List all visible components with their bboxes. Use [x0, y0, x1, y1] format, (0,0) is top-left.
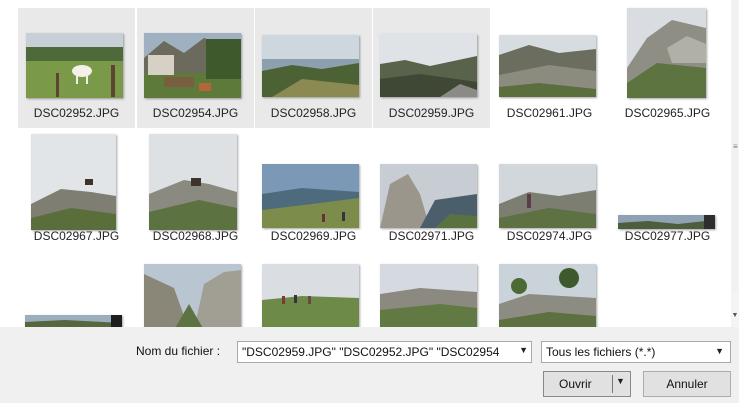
photo-cow-pasture-thumbnail — [26, 33, 123, 98]
filename-input[interactable]: "DSC02959.JPG" "DSC02952.JPG" "DSC02954 — [242, 345, 514, 359]
photo-rock-pinnacle-thumbnail — [380, 164, 477, 228]
file-name: DSC02965.JPG — [624, 106, 711, 120]
thumbnail-frame — [18, 8, 135, 106]
thumbnail-frame — [373, 254, 490, 327]
file-item-dsc02977[interactable]: DSC02977.JPG — [609, 131, 726, 251]
photo-hikers-valley-thumbnail — [262, 164, 359, 228]
thumbnail-frame — [18, 254, 135, 327]
file-type-filter-select[interactable]: Tous les fichiers (*.*) ▼ — [541, 341, 731, 363]
thumbnail-frame — [137, 8, 254, 106]
photo-ibex-rocks-thumbnail — [149, 134, 237, 230]
file-name: DSC02961.JPG — [506, 106, 593, 120]
scrollbar-grip-icon: ≡ — [733, 142, 738, 151]
photo-cliff-portrait-thumbnail — [627, 8, 706, 98]
file-name: DSC02977.JPG — [624, 229, 711, 243]
file-item[interactable] — [18, 254, 135, 327]
file-name: DSC02959.JPG — [388, 106, 475, 120]
photo-mountain-hut-thumbnail — [144, 33, 241, 98]
thumbnail-frame — [18, 131, 135, 230]
photo-group-meadow-thumbnail — [262, 264, 359, 327]
file-item[interactable] — [255, 254, 372, 327]
file-item-dsc02971[interactable]: DSC02971.JPG — [373, 131, 490, 251]
file-name: DSC02968.JPG — [152, 229, 239, 243]
file-thumbnail-grid[interactable]: DSC02952.JPG DSC02954.JPG DSC02958.JPG D… — [0, 0, 731, 327]
file-name: DSC02971.JPG — [388, 229, 475, 243]
photo-ibex-sky-thumbnail — [31, 134, 116, 230]
thumbnail-frame — [491, 131, 608, 229]
photo-rocky-slope-thumbnail — [499, 35, 596, 97]
file-item-dsc02969[interactable]: DSC02969.JPG — [255, 131, 372, 251]
file-item-dsc02974[interactable]: DSC02974.JPG — [491, 131, 608, 251]
file-name: DSC02958.JPG — [270, 106, 357, 120]
file-item[interactable] — [373, 254, 490, 327]
thumbnail-frame — [491, 8, 608, 106]
thumbnail-frame — [373, 131, 490, 229]
file-item-dsc02967[interactable]: DSC02967.JPG — [18, 131, 135, 251]
file-name: DSC02952.JPG — [33, 106, 120, 120]
scroll-down-arrow-icon[interactable]: ▼ — [731, 312, 739, 319]
photo-panorama-thumbnail — [618, 215, 715, 229]
file-item-dsc02958[interactable]: DSC02958.JPG — [255, 8, 372, 128]
file-type-filter-value: Tous les fichiers (*.*) — [546, 345, 656, 359]
open-button[interactable]: Ouvrir ▼ — [543, 371, 631, 397]
file-item-dsc02968[interactable]: DSC02968.JPG — [137, 131, 254, 251]
open-options-chevron-icon[interactable]: ▼ — [616, 376, 625, 386]
thumbnail-frame — [255, 131, 372, 229]
thumbnail-frame — [255, 254, 372, 327]
photo-ridge-crowd-thumbnail — [380, 264, 477, 327]
file-item[interactable] — [491, 254, 608, 327]
photo-cloudy-ridge-thumbnail — [380, 34, 477, 97]
thumbnail-frame — [255, 8, 372, 106]
thumbnail-frame — [491, 254, 608, 327]
file-name: DSC02967.JPG — [33, 229, 120, 243]
file-item-dsc02965[interactable]: DSC02965.JPG — [609, 8, 726, 128]
filename-combobox[interactable]: "DSC02959.JPG" "DSC02952.JPG" "DSC02954 … — [237, 341, 532, 363]
thumbnail-frame — [609, 131, 726, 229]
file-dialog-footer: Nom du fichier : "DSC02959.JPG" "DSC0295… — [0, 327, 739, 403]
photo-trees-rocks-thumbnail — [499, 264, 596, 327]
file-item-dsc02954[interactable]: DSC02954.JPG — [137, 8, 254, 128]
file-name: DSC02974.JPG — [506, 229, 593, 243]
split-divider — [612, 375, 613, 393]
thumbnail-frame — [609, 8, 726, 106]
chevron-down-icon[interactable]: ▼ — [519, 345, 528, 355]
photo-panorama-partial-thumbnail — [25, 315, 122, 327]
file-item-dsc02952[interactable]: DSC02952.JPG — [18, 8, 135, 128]
file-name: DSC02954.JPG — [152, 106, 239, 120]
chevron-down-icon[interactable]: ▼ — [715, 346, 724, 356]
photo-valley-landscape-thumbnail — [262, 35, 359, 97]
file-item-dsc02961[interactable]: DSC02961.JPG — [491, 8, 608, 128]
cancel-button[interactable]: Annuler — [643, 371, 731, 397]
thumbnail-frame — [137, 131, 254, 230]
open-button-label: Ouvrir — [559, 377, 592, 391]
filename-label: Nom du fichier : — [136, 344, 221, 358]
photo-cliff-gully-thumbnail — [144, 264, 241, 327]
thumbnail-frame — [373, 8, 490, 106]
file-item-dsc02959[interactable]: DSC02959.JPG — [373, 8, 490, 128]
thumbnail-frame — [137, 254, 254, 327]
file-name: DSC02969.JPG — [270, 229, 357, 243]
photo-hiker-ridge-thumbnail — [499, 164, 596, 228]
vertical-scrollbar[interactable]: ≡ ▼ — [731, 0, 739, 327]
file-item[interactable] — [137, 254, 254, 327]
